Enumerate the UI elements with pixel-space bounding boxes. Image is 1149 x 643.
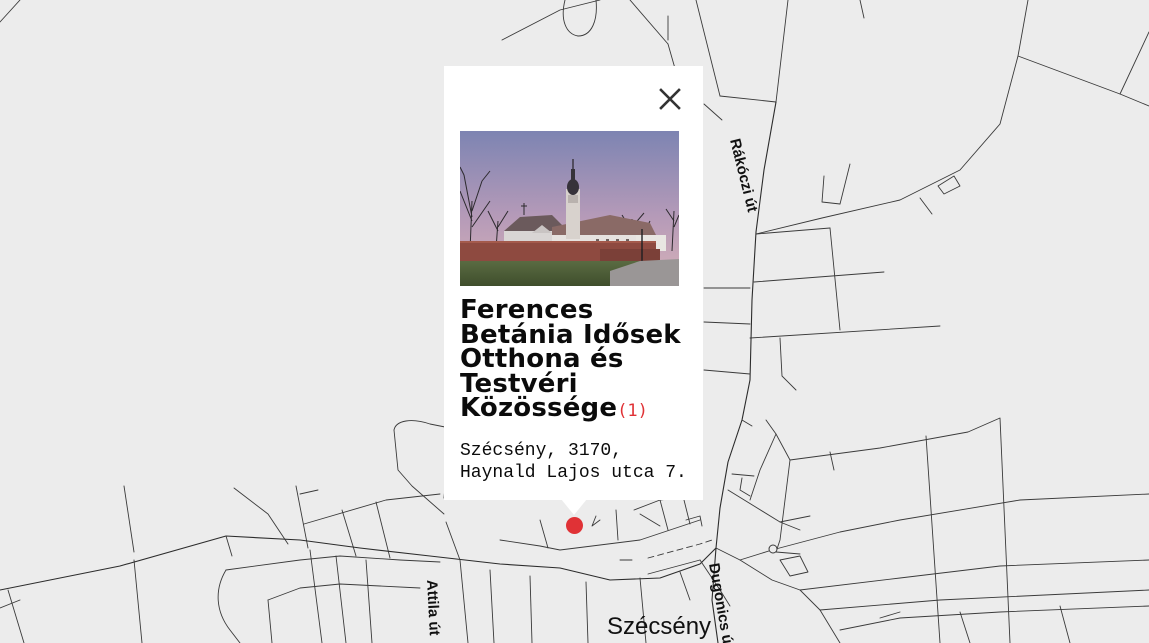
address-line-2: Haynald Lajos utca 7. xyxy=(460,463,687,483)
review-count[interactable]: (1) xyxy=(617,401,648,421)
place-title: Ferences Betánia Idősek Otthona és Testv… xyxy=(460,297,688,424)
address-line-1: Szécsény, 3170, xyxy=(460,441,623,461)
place-popup: Ferences Betánia Idősek Otthona és Testv… xyxy=(444,66,703,500)
street-label-attila: Attila út xyxy=(423,579,443,636)
place-address: Szécsény, 3170, Haynald Lajos utca 7. xyxy=(460,440,696,484)
roundabout xyxy=(768,544,778,554)
popup-pointer xyxy=(561,499,587,515)
close-icon[interactable] xyxy=(657,86,683,112)
town-label: Szécsény xyxy=(607,613,711,640)
street-label-rakoczi: Rákóczi út xyxy=(726,137,761,214)
location-marker[interactable] xyxy=(566,517,583,534)
place-photo xyxy=(460,131,679,286)
